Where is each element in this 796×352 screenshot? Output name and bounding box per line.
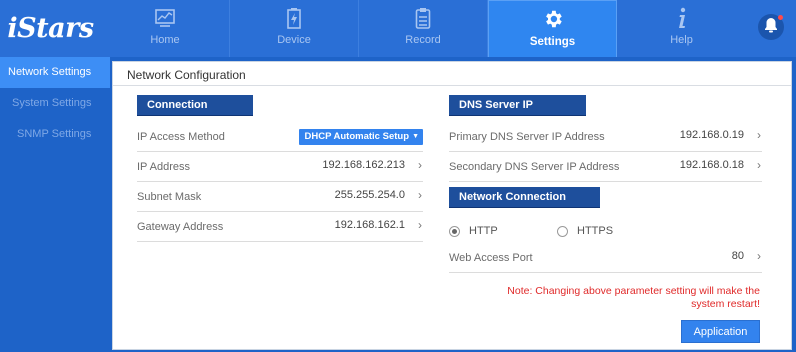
radio-https-control[interactable] xyxy=(557,225,568,237)
gear-icon xyxy=(542,8,564,30)
notification-dot xyxy=(778,15,783,20)
bell-icon xyxy=(764,17,778,38)
tab-device[interactable]: Device xyxy=(230,0,359,57)
chevron-right-icon: › xyxy=(757,249,761,263)
network-connection-type-header: Network Connection Type xyxy=(449,187,600,224)
chart-monitor-icon xyxy=(154,7,176,29)
subnet-mask-value: 255.255.254.0 xyxy=(334,189,405,201)
info-icon xyxy=(677,7,687,29)
tab-device-label: Device xyxy=(277,34,311,46)
tab-help[interactable]: Help xyxy=(617,0,746,57)
radio-https[interactable]: HTTPS xyxy=(557,221,613,241)
restart-warning-line1: Note: Changing above parameter setting w… xyxy=(507,285,760,297)
apply-button[interactable]: Application xyxy=(681,320,760,343)
sidebar-item-network-settings[interactable]: Network Settings xyxy=(0,57,110,88)
chevron-right-icon: › xyxy=(418,218,422,232)
sidebar: Network Settings System Settings SNMP Se… xyxy=(0,57,110,352)
app-logo: iStars xyxy=(7,13,94,44)
gateway-address-row[interactable]: Gateway Address 192.168.162.1 › xyxy=(137,212,423,242)
connection-method-header: Connection Method xyxy=(137,95,253,132)
tab-settings-label: Settings xyxy=(529,36,576,48)
ip-address-value: 192.168.162.213 xyxy=(322,159,405,171)
chevron-right-icon: › xyxy=(757,128,761,142)
top-navigation-bar: iStars Home Device Record Settings Help xyxy=(0,0,796,57)
web-access-port-value: 80 xyxy=(731,250,744,262)
secondary-dns-row[interactable]: Secondary DNS Server IP Address 192.168.… xyxy=(449,152,762,182)
ip-address-row[interactable]: IP Address 192.168.162.213 › xyxy=(137,152,423,182)
web-access-port-label: Web Access Port xyxy=(449,252,533,264)
ip-access-method-row: IP Access Method DHCP Automatic Setup ▼ xyxy=(137,122,423,152)
chevron-right-icon: › xyxy=(418,158,422,172)
sidebar-item-system-settings[interactable]: System Settings xyxy=(0,88,110,119)
title-divider xyxy=(113,85,791,86)
tab-home[interactable]: Home xyxy=(101,0,230,57)
radio-http[interactable]: HTTP xyxy=(449,221,498,241)
tab-home-label: Home xyxy=(150,34,180,46)
primary-dns-label: Primary DNS Server IP Address xyxy=(449,131,605,143)
subnet-mask-row[interactable]: Subnet Mask 255.255.254.0 › xyxy=(137,182,423,212)
radio-http-control[interactable] xyxy=(449,225,460,237)
ip-access-method-label: IP Access Method xyxy=(137,131,225,143)
caret-down-icon: ▼ xyxy=(412,133,419,140)
dns-server-header: DNS Server IP Address xyxy=(449,95,586,132)
secondary-dns-label: Secondary DNS Server IP Address xyxy=(449,161,620,173)
ip-access-method-value: DHCP Automatic Setup xyxy=(304,131,409,142)
web-access-port-row[interactable]: Web Access Port 80 › xyxy=(449,243,762,273)
tab-record[interactable]: Record xyxy=(359,0,488,57)
clipboard-icon xyxy=(415,7,431,29)
subnet-mask-label: Subnet Mask xyxy=(137,191,202,203)
main-panel: Network Configuration Connection Method … xyxy=(112,61,792,350)
chevron-right-icon: › xyxy=(757,158,761,172)
chevron-right-icon: › xyxy=(418,188,422,202)
secondary-dns-value: 192.168.0.18 xyxy=(679,159,744,171)
sidebar-item-snmp-settings[interactable]: SNMP Settings xyxy=(0,119,110,150)
tab-help-label: Help xyxy=(670,34,693,46)
radio-selected-dot xyxy=(452,228,457,234)
tab-record-label: Record xyxy=(405,34,441,46)
restart-warning-line2: system restart! xyxy=(691,298,760,310)
gateway-address-label: Gateway Address xyxy=(137,221,224,233)
tab-settings[interactable]: Settings xyxy=(488,0,617,57)
notification-bell[interactable] xyxy=(758,14,784,40)
page-title: Network Configuration xyxy=(127,68,246,82)
restart-warning-note: Note: Changing above parameter setting w… xyxy=(460,285,760,311)
ip-address-label: IP Address xyxy=(137,161,190,173)
gateway-address-value: 192.168.162.1 xyxy=(334,219,405,231)
ip-access-method-select[interactable]: DHCP Automatic Setup ▼ xyxy=(299,129,423,145)
primary-dns-value: 192.168.0.19 xyxy=(679,129,744,141)
battery-icon xyxy=(286,7,302,29)
primary-dns-row[interactable]: Primary DNS Server IP Address 192.168.0.… xyxy=(449,122,762,152)
radio-http-label: HTTP xyxy=(469,225,498,237)
radio-https-label: HTTPS xyxy=(577,225,614,237)
